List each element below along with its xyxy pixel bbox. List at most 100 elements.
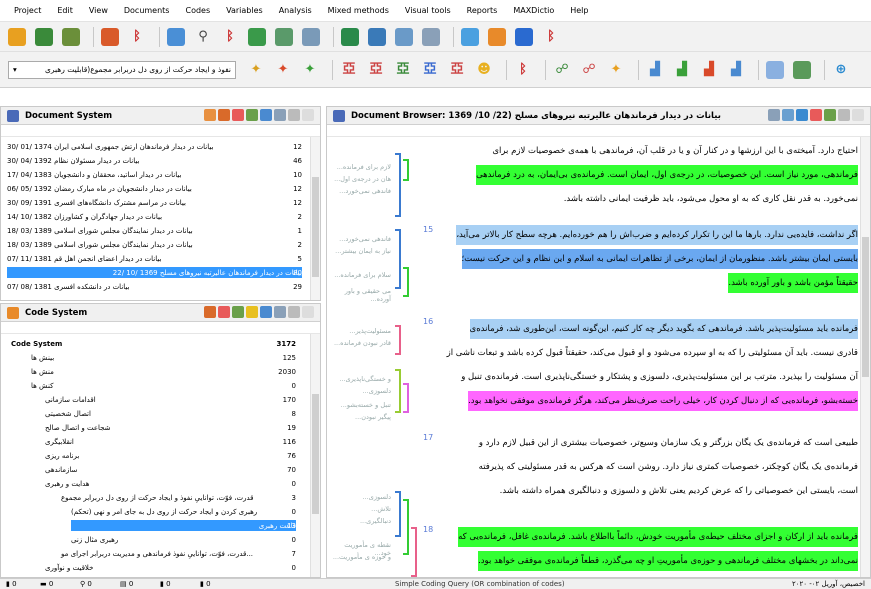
browser-zoom-icon[interactable]	[782, 109, 794, 121]
code-theme-icon[interactable]	[488, 27, 506, 46]
coding-stripe[interactable]	[411, 527, 417, 577]
list-item[interactable]: بیانات در دانشکده افسری 1381 /08 /07 29	[7, 281, 302, 292]
activate-icon[interactable]	[101, 27, 119, 46]
color-code-blue-icon[interactable]: 亞	[421, 61, 439, 79]
tree-item-selected[interactable]: قاعت رهبری 13	[71, 520, 296, 531]
matrix-icon[interactable]	[275, 27, 293, 46]
menu-maxdictio[interactable]: MAXDictio	[505, 6, 562, 15]
coding-stripe[interactable]	[395, 153, 401, 217]
code-set-icon[interactable]	[232, 306, 244, 318]
menu-mixed-methods[interactable]: Mixed methods	[320, 6, 397, 15]
color-code-pink-icon[interactable]: 亞	[448, 61, 466, 79]
menu-project[interactable]: Project	[6, 6, 49, 15]
code-pane-options-icon[interactable]	[288, 306, 300, 318]
text-line[interactable]: فرماندهی، مورد نیاز است. این خصوصیات، در…	[476, 165, 858, 185]
open-project-icon[interactable]	[35, 27, 53, 46]
pane-close-icon[interactable]	[302, 109, 314, 121]
code-memo-icon[interactable]: ✦	[607, 61, 625, 79]
browser-options-icon[interactable]	[838, 109, 850, 121]
coding-stripe[interactable]	[395, 325, 401, 355]
code-chart-icon[interactable]	[260, 306, 272, 318]
browser-memo-icon[interactable]	[824, 109, 836, 121]
color-code-red-icon[interactable]: 亞	[367, 61, 385, 79]
text-line[interactable]: طبیعی است که فرمانده‌ی یک یگان بزرگتر و …	[479, 433, 858, 453]
text-line[interactable]: حقیقتاً مؤمن باشد و باور آورده باشد.	[728, 273, 858, 293]
code-emoticode-icon[interactable]: ✦	[274, 61, 292, 79]
undo-coding-icon[interactable]: ☍	[553, 61, 571, 79]
coding-stripe[interactable]	[403, 383, 409, 413]
chart-icon[interactable]	[515, 27, 533, 46]
browser-edit-icon[interactable]	[810, 109, 822, 121]
doc-search-icon[interactable]	[274, 109, 286, 121]
menu-documents[interactable]: Documents	[116, 6, 178, 15]
code-matrix-icon[interactable]	[341, 27, 359, 46]
memo-icon[interactable]	[302, 27, 320, 46]
list-item[interactable]: بیانات در دیدار اساتید، محققان و دانشجوی…	[7, 169, 302, 180]
tree-item[interactable]: خلاقیت و نوآوری 0	[45, 562, 296, 573]
menu-help[interactable]: Help	[562, 6, 596, 15]
tree-item[interactable]: انقلابیگری 116	[45, 436, 296, 447]
code-favorite-icon[interactable]	[246, 306, 258, 318]
document-browser-scrollbar[interactable]	[860, 137, 870, 577]
code-relations-icon[interactable]: ᛒ	[221, 28, 239, 46]
symbol-icon[interactable]: ᛒ	[514, 61, 532, 79]
activate-docs-icon[interactable]	[232, 109, 244, 121]
coding-stripe[interactable]	[395, 229, 401, 289]
list-item[interactable]: بیانات در دیدار نمایندگان مجلس شورای اسل…	[7, 225, 302, 236]
codeline-icon[interactable]	[422, 27, 440, 46]
tree-item[interactable]: رهبری مثال زنی 0	[71, 534, 296, 545]
web-icon[interactable]: ⊕	[832, 61, 850, 79]
menu-codes[interactable]: Codes	[177, 6, 218, 15]
list-item-selected[interactable]: بیانات در دیدار فرماندهان عالیرتبه نیروه…	[7, 267, 302, 278]
tree-item[interactable]: رهبری کردن و ایجاد حرکت از روی دل به جای…	[71, 506, 296, 517]
tree-root[interactable]: Code System 3172	[11, 338, 296, 349]
coding-stripe[interactable]	[395, 369, 401, 413]
text-line[interactable]: آن مسئولیت را بپذیرد. مترتب بر این مسئول…	[461, 367, 858, 387]
code-favorites-icon[interactable]: ✦	[301, 61, 319, 79]
menu-view[interactable]: View	[81, 6, 116, 15]
tree-item[interactable]: بینش ها 125	[31, 352, 296, 363]
in-vivo-icon[interactable]: 亞	[340, 61, 358, 79]
list-item[interactable]: بیانات در دیدار جهادگران و کشاورزان 1382…	[7, 211, 302, 222]
tree-item[interactable]: سازماندهی 70	[45, 464, 296, 475]
code-relations-browser-icon[interactable]	[368, 27, 386, 46]
text-line[interactable]: اگر نداشت، فایده‌یی ندارد. بارها ما این …	[456, 225, 858, 245]
tree-item[interactable]: اقدامات سازمانی 170	[45, 394, 296, 405]
code-system-scrollbar[interactable]	[310, 334, 320, 577]
menu-reports[interactable]: Reports	[459, 6, 506, 15]
menu-visual-tools[interactable]: Visual tools	[397, 6, 459, 15]
new-project-icon[interactable]	[8, 27, 26, 46]
tree-item[interactable]: اتصال شخصیتی 8	[45, 408, 296, 419]
text-line[interactable]: است، بایستی این خصوصیاتی را که عرض کردیم…	[500, 481, 858, 501]
new-code-icon[interactable]	[204, 306, 216, 318]
tree-item[interactable]: هدایت و رهبری 0	[45, 478, 296, 489]
chevron-down-icon[interactable]: ▾	[13, 65, 17, 74]
text-line[interactable]: بایستی ایمان بیشتر باشد. منظورمان از ایم…	[461, 249, 858, 269]
new-document-icon[interactable]	[204, 109, 216, 121]
doc-group-icon[interactable]	[246, 109, 258, 121]
emoticon-icon[interactable]: ☻	[475, 61, 493, 79]
menu-variables[interactable]: Variables	[218, 6, 271, 15]
bar-chart-4-icon[interactable]: ▟	[727, 61, 745, 79]
activate-codes-icon[interactable]	[218, 306, 230, 318]
list-item[interactable]: بیانات در دیدار اعضای انجمن اهل قم 1381 …	[7, 253, 302, 264]
document-text[interactable]: احتیاج دارد. آمیخته‌ی با این ارزشها و در…	[443, 137, 858, 577]
coding-stripe[interactable]	[403, 159, 409, 181]
overview-icon[interactable]	[167, 27, 185, 46]
coding-stripe[interactable]	[403, 267, 409, 297]
text-line[interactable]: نمی‌داند در بخشهای مختلف فرماندهی و حوزه…	[478, 551, 858, 571]
code-selector[interactable]: نفوذ و ایجاد حرکت از روی دل دربرابر مجمو…	[8, 60, 236, 79]
doc-set-icon[interactable]	[260, 109, 272, 121]
pane-options-icon[interactable]	[288, 109, 300, 121]
coding-stripe[interactable]	[395, 491, 401, 537]
text-line[interactable]: قادری نیست. باید آن مسئولیتی را که به او…	[447, 343, 858, 363]
menu-analysis[interactable]: Analysis	[271, 6, 320, 15]
text-line[interactable]: خسته‌بشو، فرمانده‌یی که از دنبال کردن کا…	[468, 391, 858, 411]
bar-chart-3-icon[interactable]: ▟	[700, 61, 718, 79]
text-line[interactable]: نمی‌خورد. به قدر نقل کاری که به او محول …	[564, 189, 858, 209]
grid-view-icon[interactable]	[793, 60, 811, 79]
tree-item[interactable]: ...قدرت، فوّت، تواناییِ نفوذ فرماندهی و …	[61, 548, 296, 559]
code-search-icon[interactable]	[274, 306, 286, 318]
redo-coding-icon[interactable]: ☍	[580, 61, 598, 79]
document-system-scrollbar[interactable]	[310, 137, 320, 300]
